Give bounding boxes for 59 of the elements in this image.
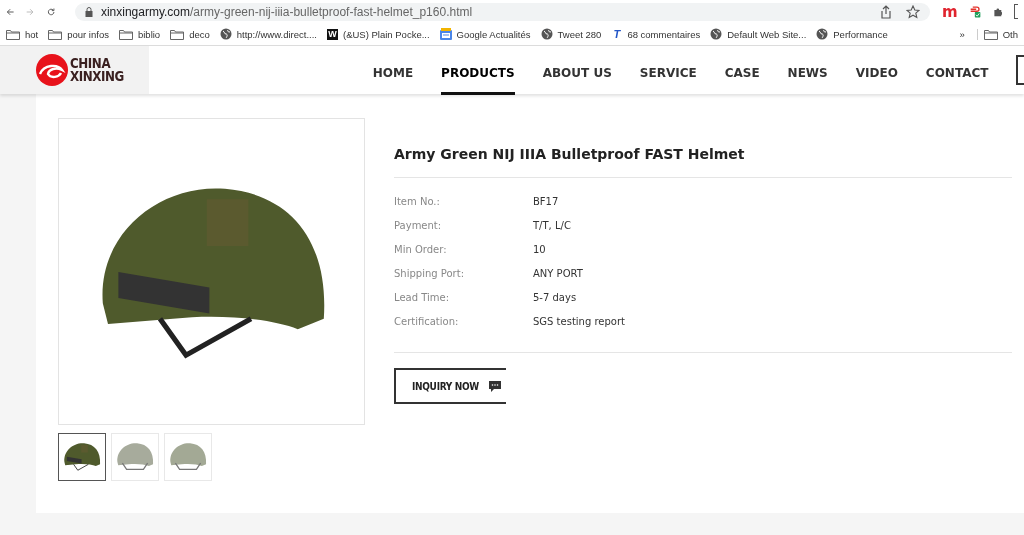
news-icon — [439, 28, 452, 40]
nav-link[interactable]: ABOUT US — [542, 52, 612, 95]
site-logo[interactable]: CHINA XINXING — [0, 46, 149, 94]
globe-icon — [710, 28, 723, 40]
bookmark-item[interactable]: Performance — [816, 28, 888, 40]
spec-label: Min Order: — [394, 243, 448, 257]
folder-icon — [48, 28, 63, 40]
bookmark-item[interactable]: hot — [6, 28, 39, 40]
lock-icon — [84, 6, 93, 17]
bookmark-item[interactable]: T 68 commentaires — [611, 28, 701, 40]
nav-link[interactable]: HOME — [372, 52, 414, 95]
spec-value: SGS testing report — [533, 315, 626, 329]
bookmark-item[interactable]: pour infos — [48, 28, 109, 40]
helmet-drawing — [61, 440, 103, 474]
globe-icon — [540, 28, 553, 40]
folder-icon — [118, 28, 133, 40]
nav-link[interactable]: CONTACT — [925, 52, 989, 95]
bookmark-item[interactable]: http://www.direct.... — [219, 28, 317, 40]
extension-badge-icon[interactable] — [969, 3, 981, 20]
spec-value: BF17 — [533, 195, 560, 209]
bookmark-item[interactable]: biblio — [118, 28, 161, 40]
share-icon[interactable] — [879, 4, 892, 19]
bookmark-item[interactable]: Default Web Site... — [710, 28, 807, 40]
toolbar-icon[interactable] — [1014, 4, 1018, 19]
globe-icon — [219, 28, 232, 40]
folder-icon — [170, 28, 185, 40]
nav-link[interactable]: CASE — [724, 52, 760, 95]
bookmark-item[interactable]: Google Actualités — [439, 28, 531, 40]
chat-icon — [489, 380, 501, 392]
spec-label: Item No.: — [394, 195, 441, 209]
bookmark-item[interactable]: W (&US) Plain Pocke... — [327, 28, 430, 40]
bookmark-item[interactable]: Tweet 280 — [540, 28, 602, 40]
extension-icon[interactable]: m — [941, 2, 958, 21]
thumbnail[interactable] — [58, 433, 106, 481]
spec-label: Payment: — [394, 219, 443, 233]
inquiry-button[interactable]: INQUIRY NOW — [394, 368, 506, 404]
folder-icon — [6, 28, 20, 40]
nav-link[interactable]: SERVICE — [639, 52, 697, 95]
bookmark-item[interactable]: deco — [170, 28, 210, 40]
swirl-logo-icon — [36, 54, 68, 86]
spec-label: Certification: — [394, 315, 460, 329]
globe-icon — [816, 28, 829, 40]
spec-value: 5-7 days — [533, 291, 578, 305]
folder-icon — [983, 28, 998, 40]
product-title: Army Green NIJ IIIA Bulletproof FAST Helmet — [394, 146, 746, 162]
spec-label: Shipping Port: — [394, 267, 465, 281]
site-logo-icon: T — [611, 28, 623, 40]
site-logo-icon: W — [327, 28, 338, 40]
bookmark-item[interactable]: Oth — [976, 28, 1018, 40]
header-button[interactable] — [1016, 55, 1024, 85]
spec-label: Lead Time: — [394, 291, 451, 305]
star-icon[interactable] — [905, 4, 920, 19]
spec-value: T/T, L/C — [533, 219, 572, 233]
nav-link[interactable]: VIDEO — [855, 52, 898, 95]
address-bar[interactable]: xinxingarmy.com/army-green-nij-iiia-bulletproof-fast-helmet_p160.html — [74, 2, 930, 21]
nav-link[interactable]: NEWS — [787, 52, 828, 95]
spec-value: ANY PORT — [533, 267, 584, 281]
spec-value: 10 — [533, 243, 547, 257]
more-bookmarks-button[interactable]: » — [959, 28, 965, 40]
